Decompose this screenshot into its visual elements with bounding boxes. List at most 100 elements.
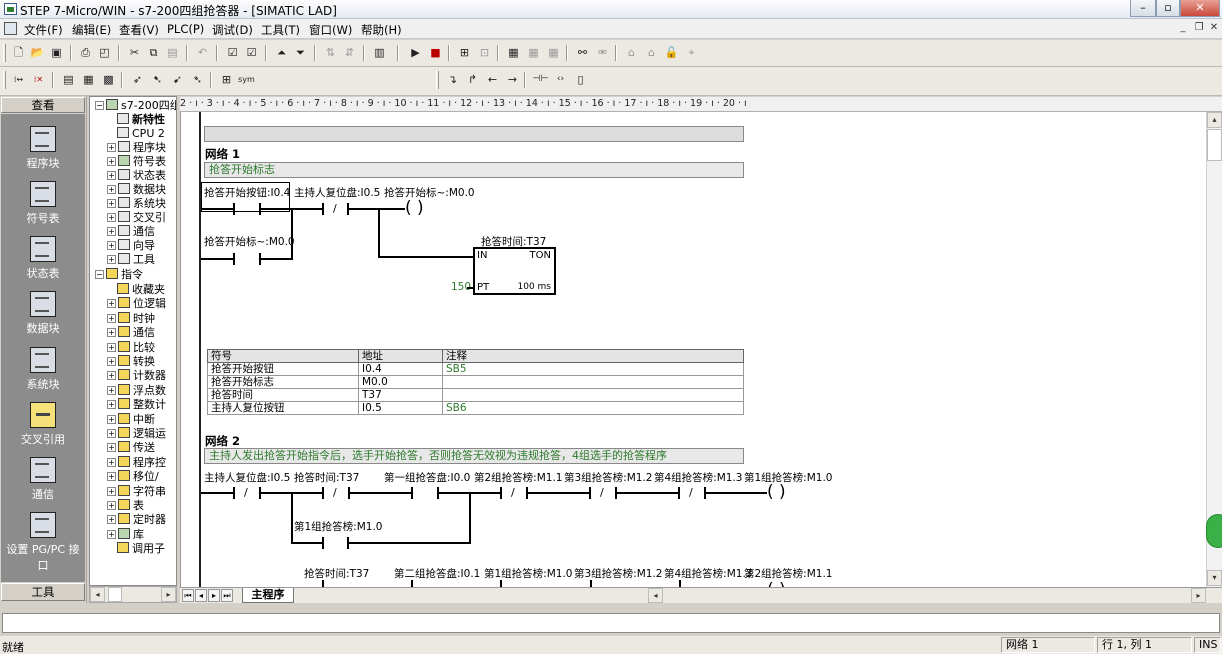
expand-icon[interactable]: +: [107, 457, 116, 467]
tree-instruction-item[interactable]: + 比较: [107, 340, 155, 355]
open-icon[interactable]: 📂: [29, 44, 46, 61]
mdi-close-button[interactable]: ✕: [1207, 22, 1221, 35]
contact-no[interactable]: [411, 580, 413, 587]
contact-no[interactable]: [590, 580, 592, 587]
contact-icon[interactable]: ⊣⊢: [532, 71, 549, 88]
tree-instruction-item[interactable]: + 程序控: [107, 455, 166, 470]
tree-instruction-item[interactable]: + 传送: [107, 441, 155, 455]
tree-item[interactable]: + 交叉引: [107, 211, 166, 225]
expand-icon[interactable]: +: [107, 400, 116, 410]
tree-item[interactable]: 新特性: [117, 113, 165, 127]
expand-icon[interactable]: +: [107, 486, 116, 496]
first-tab-button[interactable]: ⏮: [182, 589, 194, 602]
prev-tab-button[interactable]: ◂: [195, 589, 207, 602]
expand-icon[interactable]: +: [107, 385, 116, 395]
copy-icon[interactable]: ⧉: [145, 44, 162, 61]
force-icon[interactable]: ⚯: [574, 44, 591, 61]
bookmark-icon[interactable]: ➶: [129, 71, 146, 88]
scroll-thumb[interactable]: [1207, 129, 1222, 161]
document-icon[interactable]: [4, 22, 17, 35]
delete-network-icon[interactable]: ⁞✕: [30, 71, 47, 88]
menu-edit[interactable]: 编辑(E): [72, 22, 111, 38]
nav-item-set-pgpc[interactable]: 设置 PG/PC 接口: [1, 512, 85, 573]
unlock-icon[interactable]: 🔓: [663, 44, 680, 61]
contact-no[interactable]: [233, 203, 235, 215]
tree-instruction-item[interactable]: + 库: [107, 527, 144, 542]
coil-icon[interactable]: ‹›: [552, 71, 569, 88]
print-icon[interactable]: ⎙: [77, 44, 94, 61]
tree-instruction-item[interactable]: + 字符串: [107, 484, 166, 499]
read-all-forced-icon[interactable]: ⌂: [643, 44, 660, 61]
box-icon[interactable]: ▯: [572, 71, 589, 88]
sort-descending-icon[interactable]: ⇵: [341, 44, 358, 61]
tree-item[interactable]: + 工具: [107, 253, 155, 267]
contact-no[interactable]: [233, 253, 235, 265]
undo-icon[interactable]: ↶: [194, 44, 211, 61]
toggle-poi-icon[interactable]: ▦: [80, 71, 97, 88]
tree-instruction-item[interactable]: + 表: [107, 499, 144, 513]
scroll-down-button[interactable]: ▾: [1207, 570, 1222, 586]
toggle-symbol-icon[interactable]: ▩: [100, 71, 117, 88]
right-line-icon[interactable]: →: [504, 71, 521, 88]
next-bookmark-icon[interactable]: ➷: [149, 71, 166, 88]
tree-instruction-item[interactable]: + 时钟: [107, 311, 155, 326]
download-icon[interactable]: ⏷: [292, 44, 309, 61]
nav-item-symbol-table[interactable]: 符号表: [1, 181, 85, 226]
tree-item[interactable]: + 通信: [107, 225, 155, 239]
tree-instruction-item[interactable]: + 通信: [107, 326, 155, 340]
contact-nc[interactable]: [322, 487, 324, 499]
tree-horizontal-scrollbar[interactable]: ◂ ▸: [89, 586, 177, 603]
contact-nc[interactable]: [678, 487, 680, 499]
scroll-thumb[interactable]: [108, 587, 122, 602]
collapse-icon[interactable]: −: [95, 270, 104, 279]
nav-header[interactable]: 查看: [1, 97, 85, 113]
network-1-comment[interactable]: 抢答开始标志: [204, 162, 744, 178]
tree-instruction-item[interactable]: + 定时器: [107, 513, 166, 527]
contact-nc[interactable]: [233, 487, 235, 499]
unforce-all-icon[interactable]: ⌂: [623, 44, 640, 61]
tree-project-root[interactable]: − s7-200四组: [95, 99, 176, 113]
contact-no[interactable]: [679, 580, 681, 587]
expand-icon[interactable]: +: [107, 515, 116, 525]
expand-icon[interactable]: +: [107, 472, 116, 482]
contact-no[interactable]: [500, 580, 502, 587]
menu-plc[interactable]: PLC(P): [167, 22, 204, 36]
maximize-button[interactable]: ▫: [1156, 0, 1180, 17]
expand-icon[interactable]: +: [107, 414, 116, 424]
write-all-icon[interactable]: ▦: [545, 44, 562, 61]
contact-nc[interactable]: [322, 203, 324, 215]
tree-item[interactable]: + 符号表: [107, 155, 166, 169]
insert-network-icon[interactable]: ⁞↔: [10, 71, 27, 88]
compile-icon[interactable]: ☑: [224, 44, 241, 61]
scroll-left-button[interactable]: ◂: [648, 588, 663, 603]
menu-tools[interactable]: 工具(T): [261, 22, 300, 38]
program-comment-bar[interactable]: [204, 126, 744, 142]
tree-instruction-item[interactable]: + 转换: [107, 355, 155, 369]
tree-instruction-item[interactable]: + 浮点数: [107, 383, 166, 398]
save-icon[interactable]: ▣: [48, 44, 65, 61]
prev-bookmark-icon[interactable]: ➹: [169, 71, 186, 88]
new-icon[interactable]: 🗋: [10, 44, 27, 61]
tree-instruction-item[interactable]: 调用子: [117, 542, 165, 556]
toolbar-grip[interactable]: [3, 44, 6, 62]
tree-instruction-item[interactable]: + 计数器: [107, 369, 166, 383]
paste-icon[interactable]: ▤: [164, 44, 181, 61]
nav-item-communications[interactable]: 通信: [1, 457, 85, 502]
print-preview-icon[interactable]: ◰: [96, 44, 113, 61]
contact-nc[interactable]: [500, 487, 502, 499]
scroll-right-button[interactable]: ▸: [161, 587, 176, 602]
tree-item[interactable]: + 系统块: [107, 197, 166, 211]
expand-icon[interactable]: +: [107, 313, 116, 323]
expand-icon[interactable]: +: [107, 357, 116, 366]
symbol-info-icon[interactable]: sym: [238, 71, 255, 88]
expand-icon[interactable]: +: [107, 371, 116, 381]
pause-status-icon[interactable]: ⊡: [476, 44, 493, 61]
tree-instruction-item[interactable]: + 移位/: [107, 470, 159, 484]
last-tab-button[interactable]: ⏭: [221, 589, 233, 602]
scroll-right-button[interactable]: ▸: [1191, 588, 1206, 603]
mdi-restore-button[interactable]: ❐: [1192, 22, 1206, 35]
menu-file[interactable]: 文件(F): [24, 22, 63, 38]
tree-item[interactable]: CPU 2: [117, 127, 165, 141]
tree-instruction-item[interactable]: 收藏夹: [117, 283, 165, 297]
menu-debug[interactable]: 调试(D): [212, 22, 253, 38]
